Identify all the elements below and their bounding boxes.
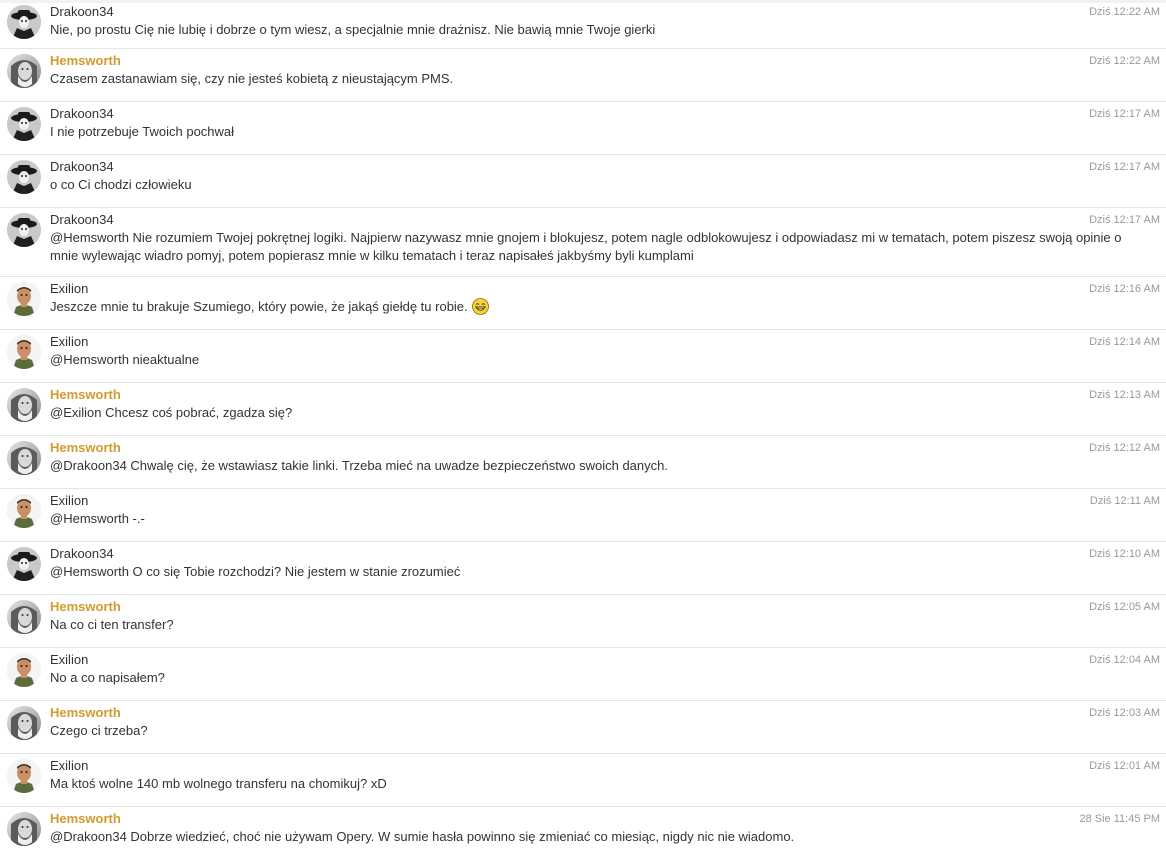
- grin-emoji: [471, 298, 489, 315]
- message-text: o co Ci chodzi człowieku: [50, 176, 1140, 194]
- message-timestamp: Dziś 12:11 AM: [1089, 495, 1160, 507]
- message-author-link[interactable]: Hemsworth: [50, 387, 121, 403]
- message-author-link[interactable]: Drakoon34: [50, 4, 114, 20]
- message-text: No a co napisałem?: [50, 669, 1140, 687]
- message-author-link[interactable]: Exilion: [50, 493, 88, 509]
- message-text-content: @Hemsworth -.-: [50, 511, 145, 526]
- message-text-content: Czasem zastanawiam się, czy nie jesteś k…: [50, 71, 454, 86]
- message-timestamp: Dziś 12:13 AM: [1089, 389, 1160, 401]
- message-author-link[interactable]: Hemsworth: [50, 705, 121, 721]
- message-author-link[interactable]: Drakoon34: [50, 106, 114, 122]
- message-row: Hemsworth 28 Sie 11:45 PM @Drakoon34 Dobrz…: [0, 807, 1166, 861]
- message-timestamp: Dziś 12:22 AM: [1089, 6, 1160, 18]
- drakoon-avatar[interactable]: [7, 107, 41, 141]
- message-author-link[interactable]: Hemsworth: [50, 599, 121, 615]
- message-author-link[interactable]: Drakoon34: [50, 212, 114, 228]
- message-author-link[interactable]: Exilion: [50, 758, 88, 774]
- hemsworth-avatar[interactable]: [7, 441, 41, 475]
- message-text-content: @Hemsworth Nie rozumiem Twojej pokrętnej…: [50, 230, 1122, 263]
- message-text: @Exilion Chcesz coś pobrać, zgadza się?: [50, 404, 1140, 422]
- message-row: Hemsworth Dziś 12:22 AM Czasem zastanawiam…: [0, 49, 1166, 102]
- message-text-content: @Exilion Chcesz coś pobrać, zgadza się?: [50, 405, 293, 420]
- message-timestamp: Dziś 12:12 AM: [1089, 442, 1160, 454]
- message-text-content: Nie, po prostu Cię nie lubię i dobrze o …: [50, 22, 656, 37]
- message-text-content: @Drakoon34 Chwalę cię, że wstawiasz taki…: [50, 458, 668, 473]
- hemsworth-avatar[interactable]: [7, 388, 41, 422]
- message-timestamp: Dziś 12:22 AM: [1089, 55, 1160, 67]
- message-text: @Drakoon34 Dobrze wiedzieć, choć nie uży…: [50, 828, 1140, 846]
- message-text: Na co ci ten transfer?: [50, 616, 1140, 634]
- message-text: @Hemsworth -.-: [50, 510, 1140, 528]
- message-author-link[interactable]: Hemsworth: [50, 53, 121, 69]
- message-row: Hemsworth Dziś 12:13 AM @Exilion Chcesz co…: [0, 383, 1166, 436]
- message-text-content: Czego ci trzeba?: [50, 723, 148, 738]
- message-timestamp: Dziś 12:04 AM: [1089, 654, 1160, 666]
- message-author-link[interactable]: Exilion: [50, 334, 88, 350]
- message-row: Drakoon34 Dziś 12:22 AM Nie, po prostu Cię…: [0, 0, 1166, 49]
- message-text-content: Na co ci ten transfer?: [50, 617, 174, 632]
- message-row: Hemsworth Dziś 12:05 AM Na co ci ten trans…: [0, 595, 1166, 648]
- message-author-link[interactable]: Drakoon34: [50, 546, 114, 562]
- message-author-link[interactable]: Exilion: [50, 652, 88, 668]
- message-timestamp: 28 Sie 11:45 PM: [1079, 813, 1160, 825]
- hemsworth-avatar[interactable]: [7, 812, 41, 846]
- drakoon-avatar[interactable]: [7, 213, 41, 247]
- message-text-content: I nie potrzebuje Twoich pochwał: [50, 124, 235, 139]
- message-timestamp: Dziś 12:10 AM: [1089, 548, 1160, 560]
- exilion-avatar[interactable]: [7, 759, 41, 793]
- message-timestamp: Dziś 12:01 AM: [1089, 760, 1160, 772]
- drakoon-avatar[interactable]: [7, 547, 41, 581]
- message-text: @Hemsworth Nie rozumiem Twojej pokrętnej…: [50, 229, 1140, 265]
- exilion-avatar[interactable]: [7, 653, 41, 687]
- message-author-link[interactable]: Hemsworth: [50, 811, 121, 827]
- message-timestamp: Dziś 12:17 AM: [1089, 108, 1160, 120]
- message-author-link[interactable]: Exilion: [50, 281, 88, 297]
- message-text: Czego ci trzeba?: [50, 722, 1140, 740]
- message-row: Exilion Dziś 12:01 AM Ma ktoś wolne 140 mb…: [0, 754, 1166, 807]
- message-author-link[interactable]: Hemsworth: [50, 440, 121, 456]
- message-timestamp: Dziś 12:17 AM: [1089, 214, 1160, 226]
- message-timestamp: Dziś 12:03 AM: [1089, 707, 1160, 719]
- message-timestamp: Dziś 12:14 AM: [1089, 336, 1160, 348]
- message-timestamp: Dziś 12:05 AM: [1089, 601, 1160, 613]
- message-row: Drakoon34 Dziś 12:17 AM @Hemsworth Nie roz…: [0, 208, 1166, 277]
- message-text-content: @Hemsworth nieaktualne: [50, 352, 200, 367]
- message-author-link[interactable]: Drakoon34: [50, 159, 114, 175]
- message-text: Nie, po prostu Cię nie lubię i dobrze o …: [50, 21, 1140, 39]
- message-row: Drakoon34 Dziś 12:17 AM o co Ci chodzi czł…: [0, 155, 1166, 208]
- hemsworth-avatar[interactable]: [7, 54, 41, 88]
- message-text-content: Ma ktoś wolne 140 mb wolnego transferu n…: [50, 776, 387, 791]
- drakoon-avatar[interactable]: [7, 5, 41, 39]
- hemsworth-avatar[interactable]: [7, 706, 41, 740]
- message-row: Exilion Dziś 12:11 AM @Hemsworth -.-: [0, 489, 1166, 542]
- message-text-content: o co Ci chodzi człowieku: [50, 177, 192, 192]
- message-row: Hemsworth Dziś 12:03 AM Czego ci trzeba?: [0, 701, 1166, 754]
- message-text: Czasem zastanawiam się, czy nie jesteś k…: [50, 70, 1140, 88]
- message-timestamp: Dziś 12:17 AM: [1089, 161, 1160, 173]
- message-row: Exilion Dziś 12:04 AM No a co napisałem?: [0, 648, 1166, 701]
- message-text: Jeszcze mnie tu brakuje Szumiego, który …: [50, 298, 1140, 316]
- message-row: Drakoon34 Dziś 12:10 AM @Hemsworth O co si…: [0, 542, 1166, 595]
- message-row: Exilion Dziś 12:14 AM @Hemsworth nieaktual…: [0, 330, 1166, 383]
- message-text-content: No a co napisałem?: [50, 670, 165, 685]
- message-text: @Drakoon34 Chwalę cię, że wstawiasz taki…: [50, 457, 1140, 475]
- exilion-avatar[interactable]: [7, 335, 41, 369]
- message-text-content: Jeszcze mnie tu brakuje Szumiego, który …: [50, 299, 468, 314]
- drakoon-avatar[interactable]: [7, 160, 41, 194]
- exilion-avatar[interactable]: [7, 494, 41, 528]
- message-row: Drakoon34 Dziś 12:17 AM I nie potrzebuje T…: [0, 102, 1166, 155]
- message-text-content: @Drakoon34 Dobrze wiedzieć, choć nie uży…: [50, 829, 795, 844]
- message-row: Exilion Dziś 12:16 AM Jeszcze mnie tu brak…: [0, 277, 1166, 330]
- exilion-avatar[interactable]: [7, 282, 41, 316]
- message-timestamp: Dziś 12:16 AM: [1089, 283, 1160, 295]
- message-text: @Hemsworth nieaktualne: [50, 351, 1140, 369]
- message-text: @Hemsworth O co się Tobie rozchodzi? Nie…: [50, 563, 1140, 581]
- message-text: I nie potrzebuje Twoich pochwał: [50, 123, 1140, 141]
- message-row: Hemsworth Dziś 12:12 AM @Drakoon34 Chwalę …: [0, 436, 1166, 489]
- message-text: Ma ktoś wolne 140 mb wolnego transferu n…: [50, 775, 1140, 793]
- hemsworth-avatar[interactable]: [7, 600, 41, 634]
- message-text-content: @Hemsworth O co się Tobie rozchodzi? Nie…: [50, 564, 461, 579]
